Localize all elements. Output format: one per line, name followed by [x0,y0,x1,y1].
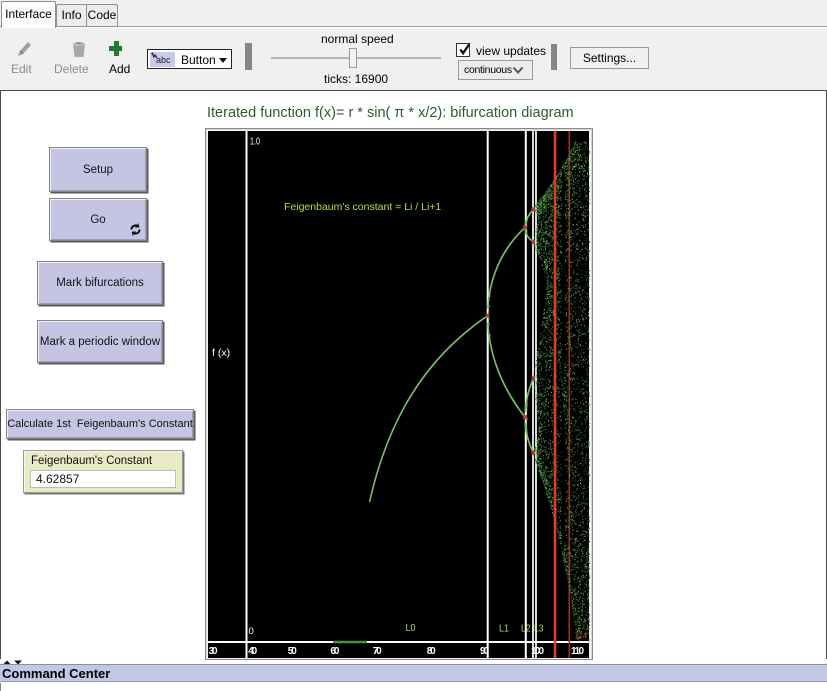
svg-text:90: 90 [480,646,489,657]
svg-text:L2: L2 [521,623,531,635]
svg-text:30: 30 [209,646,218,657]
svg-text:100: 100 [531,646,544,657]
svg-text:L1: L1 [499,623,509,635]
svg-text:60: 60 [330,646,339,657]
svg-text:1.0: 1.0 [250,137,260,148]
svg-text:80: 80 [427,646,436,657]
svg-text:40: 40 [248,646,257,657]
svg-text:Feigenbaum's constant = Li / L: Feigenbaum's constant = Li / Li+1 [284,201,441,213]
svg-text:L3: L3 [534,623,544,635]
svg-text:L0: L0 [406,622,416,634]
svg-text:114: 114 [574,630,587,642]
svg-text:110: 110 [571,646,584,657]
svg-text:50: 50 [288,646,297,657]
svg-text:70: 70 [373,646,382,657]
svg-text:f (x): f (x) [212,347,230,359]
svg-text:0: 0 [249,626,254,637]
